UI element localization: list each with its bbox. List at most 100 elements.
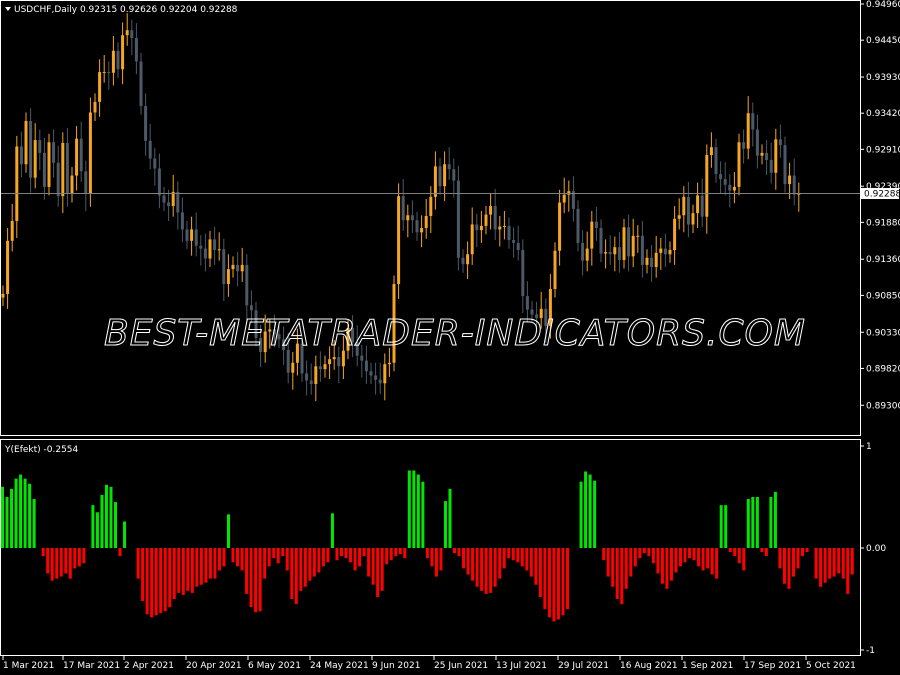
candle-body — [6, 240, 10, 294]
histogram-bar — [349, 548, 353, 563]
candle-body — [636, 235, 640, 237]
candle-body — [167, 202, 171, 207]
candle-body — [33, 140, 37, 178]
candle-body — [709, 147, 713, 156]
candle-body — [783, 145, 787, 185]
candle-body — [121, 35, 125, 70]
histogram-bar — [841, 548, 845, 579]
candle-body — [723, 179, 727, 185]
histogram-bar — [23, 478, 27, 548]
candle-body — [700, 195, 704, 217]
histogram-bar — [213, 548, 217, 579]
chart-menu-triangle-icon[interactable] — [5, 7, 11, 11]
chart-window[interactable]: 0.92288 0.949600.944500.939300.934200.92… — [0, 0, 900, 675]
candle-body — [627, 227, 631, 257]
candle-body — [590, 221, 594, 249]
candle-body — [608, 252, 612, 255]
histogram-bar — [385, 548, 389, 565]
histogram-bar — [462, 548, 466, 569]
candle-body — [737, 142, 741, 187]
histogram-bar — [217, 548, 221, 571]
candle-body — [406, 215, 410, 221]
candle-body — [162, 195, 166, 203]
candle-body — [599, 228, 603, 254]
indicator-header: Y(Efekt) -0.2554 — [4, 445, 79, 455]
x-tick-label: 9 Jun 2021 — [372, 661, 420, 671]
histogram-bar — [719, 505, 723, 548]
histogram-bar — [380, 548, 384, 591]
histogram-bar — [584, 471, 588, 548]
candle-body — [240, 264, 244, 272]
histogram-bar — [814, 548, 818, 579]
candle-body — [65, 142, 69, 195]
histogram-bar — [308, 548, 312, 581]
histogram-bar — [222, 548, 226, 567]
candle-body — [719, 174, 723, 180]
histogram-bar — [10, 488, 14, 548]
histogram-bar — [290, 548, 294, 599]
histogram-bar — [679, 548, 682, 567]
histogram-bar — [724, 505, 728, 548]
histogram-bar — [294, 548, 298, 605]
histogram-bar — [742, 548, 746, 571]
candle-body — [387, 362, 391, 365]
histogram-bar — [760, 548, 764, 553]
histogram-bar — [561, 548, 565, 616]
candle-body — [245, 264, 249, 306]
histogram-bar — [398, 548, 402, 555]
candle-body — [332, 357, 336, 360]
candle-body — [401, 196, 405, 221]
candle-body — [305, 373, 309, 381]
histogram-bar — [163, 548, 167, 612]
candle-body — [231, 264, 235, 270]
candle-body — [512, 240, 516, 243]
histogram-bar — [715, 548, 719, 579]
candle-body — [19, 146, 23, 165]
histogram-bar — [330, 513, 334, 548]
histogram-bar — [181, 548, 185, 595]
candle-body — [558, 202, 562, 251]
y-tick-label: 0.89820 — [866, 364, 900, 374]
histogram-bar — [28, 483, 32, 548]
histogram-bar — [801, 548, 805, 557]
candle-body — [337, 357, 341, 367]
candle-body — [682, 196, 686, 216]
candle-body — [369, 371, 373, 376]
candle-body — [180, 212, 184, 230]
main-y-axis: 0.94960 0.94450 0.93930 0.93420 0.92910 0.923… — [860, 0, 900, 411]
candle-body — [792, 175, 796, 195]
histogram-bar — [764, 548, 768, 557]
histogram-bar — [118, 548, 122, 557]
histogram-bar — [371, 548, 375, 585]
histogram-bar — [751, 497, 755, 548]
candle-body — [765, 152, 769, 160]
histogram-bar — [782, 548, 786, 584]
histogram-bar — [145, 548, 149, 615]
candle-body — [79, 138, 83, 172]
candle-body — [696, 195, 700, 214]
candle-body — [56, 162, 60, 197]
indicator-panel-border — [0, 439, 861, 656]
candle-body — [318, 366, 322, 370]
candle-body — [213, 239, 217, 251]
candle-body — [461, 257, 465, 265]
histogram-bar — [14, 478, 18, 548]
histogram-bar — [579, 481, 583, 548]
histogram-bar — [566, 548, 569, 610]
candle-body — [130, 30, 134, 39]
histogram-bar — [177, 548, 181, 593]
candle-body — [755, 129, 759, 156]
histogram-bar — [823, 548, 827, 583]
histogram-bar — [502, 548, 506, 569]
candle-body — [622, 227, 626, 260]
candle-body — [521, 250, 525, 297]
histogram-bar — [326, 548, 330, 563]
histogram-bar — [104, 484, 108, 548]
candle-body — [507, 225, 511, 241]
histogram-bar — [620, 548, 624, 605]
candle-body — [1, 293, 5, 298]
histogram-bar — [846, 548, 850, 594]
candle-body — [470, 224, 474, 255]
candle-body — [378, 379, 382, 384]
histogram-bar — [82, 548, 86, 564]
